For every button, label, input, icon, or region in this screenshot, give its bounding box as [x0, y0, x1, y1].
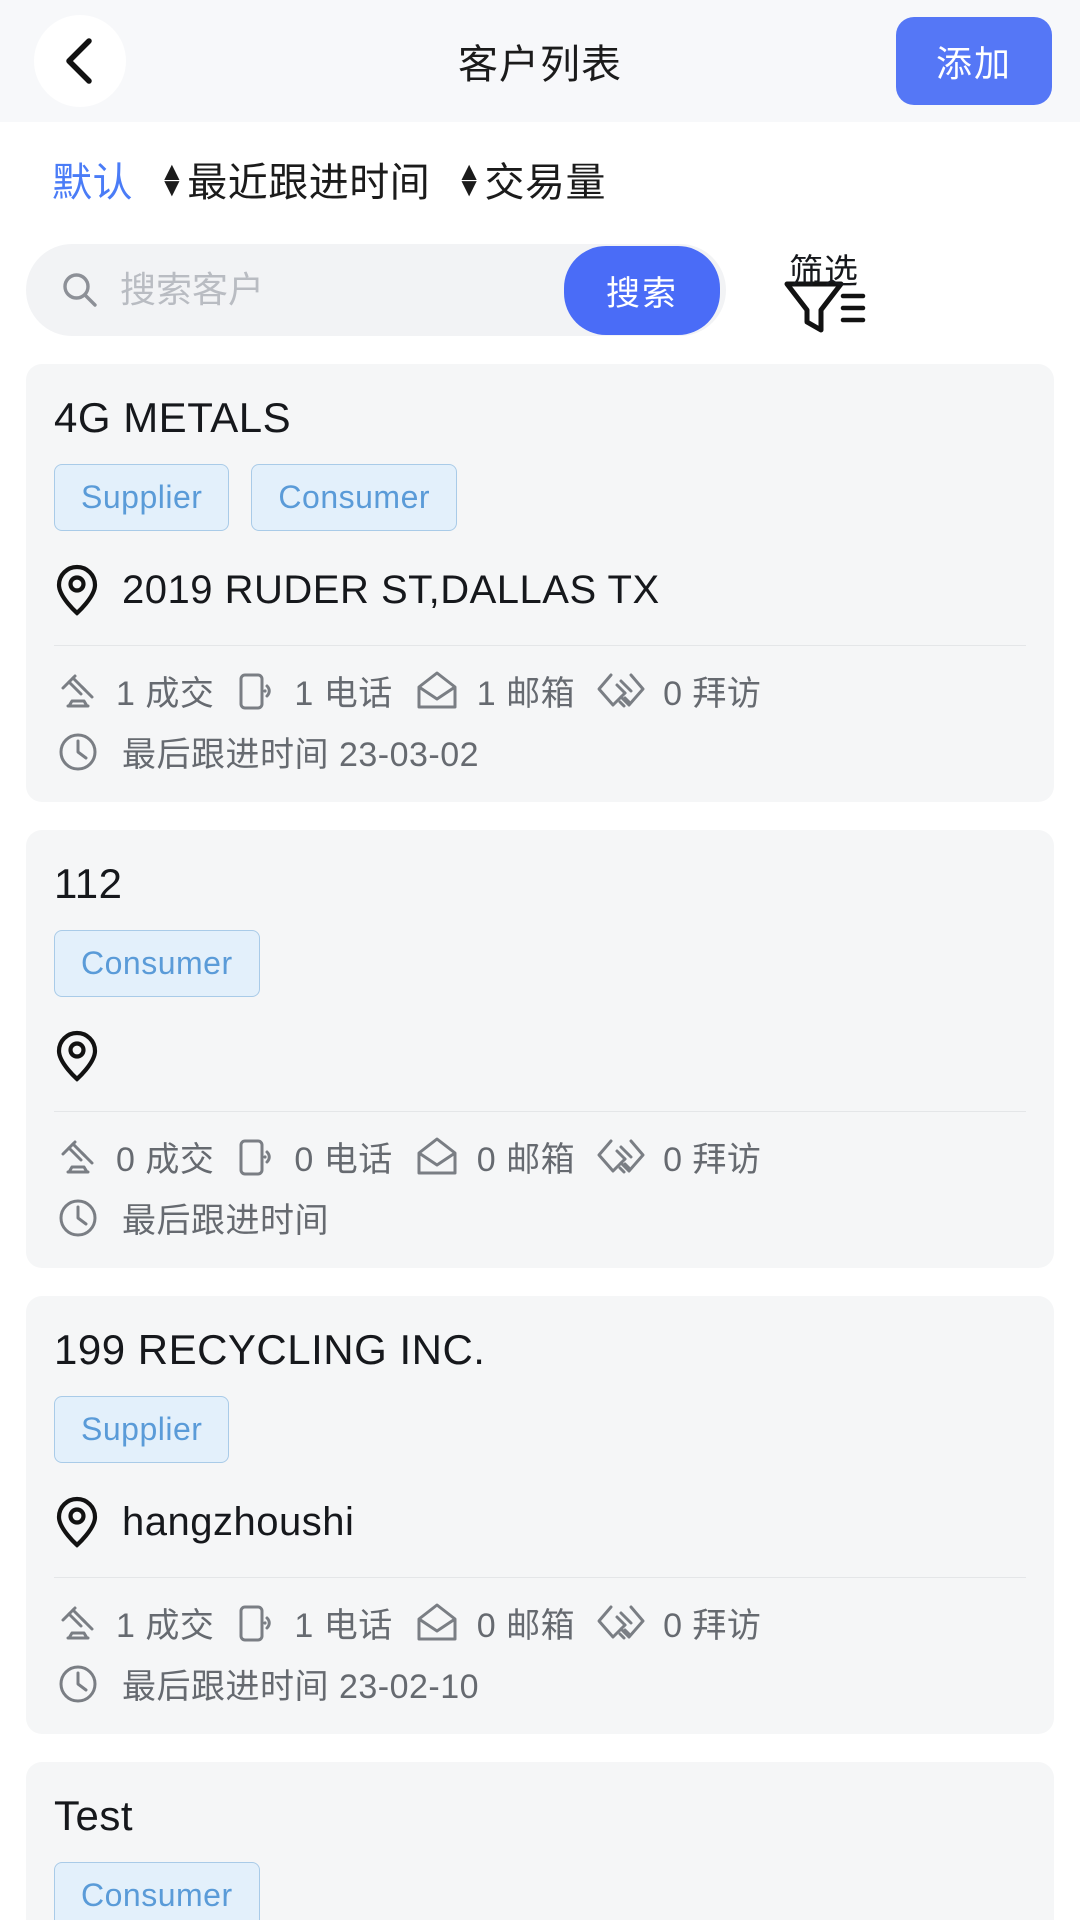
customer-follow-text: 最后跟进时间 23-03-02	[122, 736, 480, 774]
customer-card[interactable]: 4G METALS Supplier Consumer 2019 RUDER S…	[26, 364, 1054, 802]
customer-stats: 1 成交 1 电话	[54, 1598, 1026, 1647]
sort-tab-recent-follow-label: 最近跟进时间	[187, 161, 431, 205]
tag-consumer: Consumer	[251, 464, 458, 531]
sort-arrows-icon: ▲ ▼	[159, 155, 186, 202]
gavel-icon	[54, 667, 102, 715]
envelope-icon	[411, 667, 463, 715]
customer-name: 4G METALS	[54, 394, 292, 441]
stat-email-text: 0 邮箱	[476, 1141, 576, 1179]
app-header: 客户列表 添加	[0, 0, 1080, 122]
customer-stats: 0 成交 0 电话 0 邮箱 0 拜访	[54, 1132, 1026, 1181]
gavel-icon	[54, 1599, 102, 1647]
stat-deal-text: 1 成交	[116, 1607, 215, 1645]
stat-deal: 0 成交	[54, 1132, 214, 1181]
handshake-icon	[593, 667, 649, 715]
sort-tab-recent-follow[interactable]: ▲ ▼ 最近跟进时间	[159, 150, 430, 208]
customer-follow-text: 最后跟进时间	[122, 1202, 329, 1240]
customer-name: 199 RECYCLING INC.	[54, 1326, 486, 1373]
sort-tab-transaction-volume[interactable]: ▲ ▼ 交易量	[456, 150, 606, 208]
tag-consumer: Consumer	[54, 1862, 260, 1920]
stat-phone: 0 电话	[232, 1132, 392, 1181]
stat-visit-text: 0 拜访	[663, 675, 762, 713]
stat-phone: 1 电话	[232, 1598, 392, 1647]
stat-email: 0 邮箱	[411, 1598, 575, 1647]
customer-tags: Supplier Consumer	[54, 464, 1026, 531]
sort-tab-default[interactable]: 默认	[52, 150, 133, 208]
stat-deal-text: 1 成交	[116, 675, 215, 713]
phone-icon	[232, 1599, 280, 1647]
sort-tab-default-label: 默认	[52, 161, 133, 205]
chevron-left-icon	[57, 35, 103, 87]
clock-icon	[54, 1660, 102, 1708]
gavel-icon	[54, 1133, 102, 1181]
stat-email: 0 邮箱	[411, 1132, 575, 1181]
customer-card[interactable]: 112 Consumer 0 成交 0 电话 0 邮箱 0 拜访 最后跟进时间	[26, 830, 1054, 1268]
tag-supplier: Supplier	[54, 1396, 230, 1463]
clock-icon	[54, 1194, 102, 1242]
customer-address: 2019 RUDER ST,DALLAS TX	[122, 567, 660, 612]
customer-name: 112	[54, 860, 123, 907]
card-divider	[54, 645, 1026, 646]
location-pin-icon	[54, 1495, 100, 1549]
phone-icon	[232, 1133, 280, 1181]
stat-phone: 1 电话	[232, 666, 392, 715]
envelope-icon	[411, 1599, 463, 1647]
filter-button[interactable]: 筛选	[764, 238, 884, 342]
clock-icon	[54, 728, 102, 776]
card-divider	[54, 1577, 1026, 1578]
tag-supplier: Supplier	[54, 464, 230, 531]
back-button[interactable]	[34, 15, 126, 107]
stat-deal: 1 成交	[54, 666, 214, 715]
customer-tags: Supplier	[54, 1396, 1026, 1463]
filter-label: 筛选	[789, 253, 859, 291]
customer-address-row: hangzhoushi	[54, 1487, 1026, 1557]
phone-icon	[232, 667, 280, 715]
customer-stats: 1 成交 1 电话	[54, 666, 1026, 715]
stat-phone-text: 1 电话	[294, 1607, 393, 1645]
customer-tags: Consumer	[54, 1862, 1026, 1920]
stat-visit: 0 拜访	[593, 666, 761, 715]
customer-address-row	[54, 1021, 1026, 1091]
customer-follow-row: 最后跟进时间 23-02-10	[54, 1659, 1026, 1708]
search-icon	[60, 270, 100, 310]
stat-visit: 0 拜访	[593, 1598, 761, 1647]
stat-phone-text: 1 电话	[294, 675, 393, 713]
customer-card[interactable]: 199 RECYCLING INC. Supplier hangzhoushi	[26, 1296, 1054, 1734]
stat-email-text: 0 邮箱	[476, 1607, 576, 1645]
customer-follow-row: 最后跟进时间	[54, 1193, 1026, 1242]
customer-follow-row: 最后跟进时间 23-03-02	[54, 727, 1026, 776]
sort-tab-transaction-volume-label: 交易量	[484, 161, 606, 205]
stat-visit-text: 0 拜访	[663, 1607, 762, 1645]
customer-address: hangzhoushi	[122, 1499, 355, 1544]
search-bar: 搜索 筛选	[0, 226, 1080, 364]
customer-tags: Consumer	[54, 930, 1026, 997]
stat-email-text: 1 邮箱	[476, 675, 576, 713]
stat-deal: 1 成交	[54, 1598, 214, 1647]
location-pin-icon	[54, 563, 100, 617]
handshake-icon	[593, 1599, 649, 1647]
customer-list-screen: 客户列表 添加 默认 ▲ ▼ 最近跟进时间 ▲ ▼ 交易量 搜索客户 搜索 筛选…	[0, 0, 1080, 1920]
handshake-icon	[593, 1133, 649, 1181]
stat-phone-text: 0 电话	[294, 1141, 393, 1179]
customer-follow-text: 最后跟进时间 23-02-10	[122, 1668, 480, 1706]
customer-name: Test	[54, 1792, 134, 1839]
stat-email: 1 邮箱	[411, 666, 575, 715]
search-button[interactable]: 搜索	[564, 245, 720, 335]
location-pin-icon	[54, 1029, 100, 1083]
envelope-icon	[411, 1133, 463, 1181]
card-divider	[54, 1111, 1026, 1112]
tag-consumer: Consumer	[54, 930, 260, 997]
add-customer-button[interactable]: 添加	[895, 17, 1052, 105]
customer-card[interactable]: Test Consumer	[26, 1762, 1054, 1920]
sort-arrows-icon: ▲ ▼	[456, 155, 483, 202]
search-field-wrapper[interactable]: 搜索	[26, 244, 726, 336]
sort-bar: 默认 ▲ ▼ 最近跟进时间 ▲ ▼ 交易量	[0, 122, 1080, 226]
customer-address-row: 2019 RUDER ST,DALLAS TX	[54, 555, 1026, 625]
stat-visit: 0 拜访	[593, 1132, 761, 1181]
stat-deal-text: 0 成交	[116, 1141, 215, 1179]
stat-visit-text: 0 拜访	[663, 1141, 762, 1179]
customer-list: 4G METALS Supplier Consumer 2019 RUDER S…	[0, 364, 1080, 1920]
